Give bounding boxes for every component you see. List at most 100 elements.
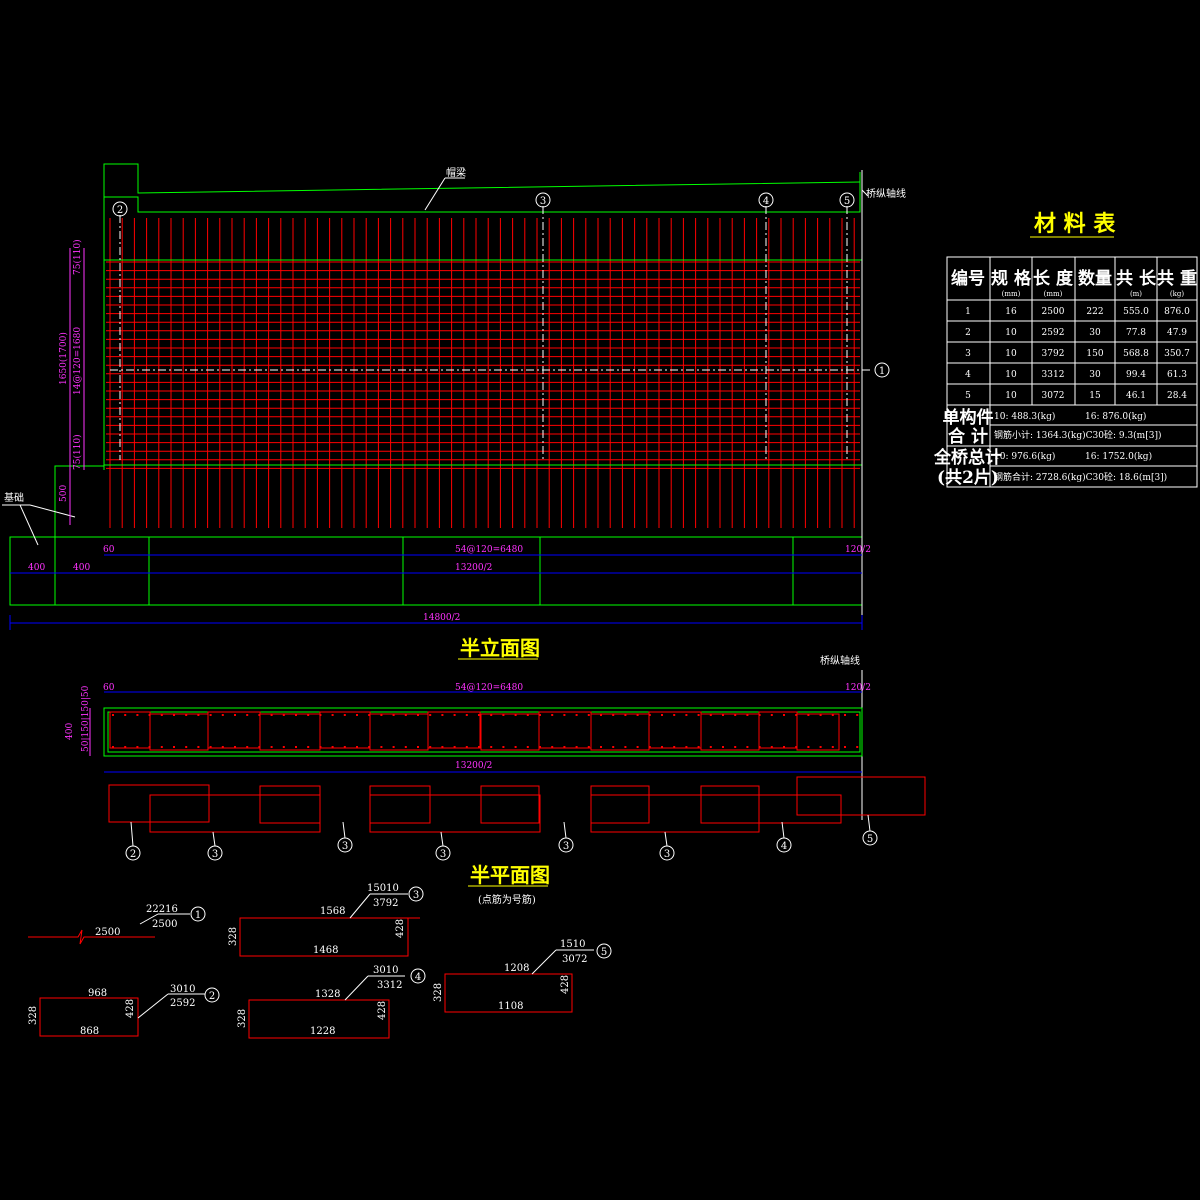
stirrup <box>109 711 151 749</box>
svg-text:1650(1700): 1650(1700) <box>58 332 69 385</box>
svg-text:328: 328 <box>433 983 444 1002</box>
rebar-dot <box>673 746 676 748</box>
rebar-dot <box>417 714 419 716</box>
svg-text:15010: 15010 <box>367 883 399 894</box>
svg-text:14@120=1680: 14@120=1680 <box>73 327 83 395</box>
rebar-dot <box>807 714 810 716</box>
table-header-unit: (m) <box>1130 290 1142 298</box>
rebar-dot <box>331 746 334 748</box>
table-cell: 2 <box>965 328 971 338</box>
plan-marker: 3 <box>435 831 451 861</box>
rebar-dot <box>587 746 590 748</box>
plan-bar-outline <box>259 785 321 824</box>
marker-3-elevation: 3 <box>535 192 551 208</box>
plan-title: 半平面图 <box>470 863 550 887</box>
rebar-dot <box>636 714 639 716</box>
rebar-dot <box>417 746 419 748</box>
rebar-dot <box>429 746 432 748</box>
table-header-unit: (kg) <box>1170 290 1184 298</box>
marker-5-elevation: 5 <box>839 192 855 208</box>
table-cell: 15 <box>1089 391 1101 401</box>
rebar-dot <box>258 714 261 716</box>
table-cell: 3072 <box>1042 391 1065 401</box>
table-header-cell: 数量 <box>1078 268 1112 289</box>
svg-text:1328: 1328 <box>315 989 340 1000</box>
rebar-dot <box>148 714 151 716</box>
rebar-dot <box>856 746 859 748</box>
rebar-dot <box>392 714 395 716</box>
svg-text:1568: 1568 <box>320 906 345 917</box>
table-cell: 30 <box>1089 328 1101 338</box>
rebar-dot <box>282 746 285 748</box>
table-cell: 150 <box>1086 349 1103 359</box>
rebar-dot <box>624 714 627 716</box>
table-cell: 16 <box>1005 307 1017 317</box>
rebar-dot <box>709 714 712 716</box>
rebar-dot <box>343 714 346 716</box>
svg-text:4: 4 <box>415 972 421 983</box>
svg-text:合 计: 合 计 <box>948 426 988 447</box>
rebar-dot <box>722 714 724 716</box>
plan-bar-outline <box>590 785 650 824</box>
svg-text:3: 3 <box>413 890 419 901</box>
table-cell: 555.0 <box>1123 307 1149 317</box>
svg-text:2: 2 <box>117 205 123 216</box>
rebar-dot <box>600 714 602 716</box>
rebar-dot <box>819 746 822 748</box>
bar-detail-3: 1568 1468 328 428 15010 3792 3 <box>228 883 424 957</box>
stirrup <box>427 711 481 749</box>
table-cell: 5 <box>965 391 971 401</box>
rebar-dot <box>343 746 346 748</box>
rebar-dot <box>307 714 310 716</box>
rebar-dot <box>124 714 127 716</box>
rebar-dot <box>844 746 846 748</box>
rebar-dot <box>709 746 712 748</box>
plan-bar-outline <box>700 785 760 824</box>
rebar-dot <box>502 746 505 748</box>
rebar-dot <box>795 746 798 748</box>
elevation-rebar-grid <box>106 218 860 528</box>
rebar-dot <box>514 714 517 716</box>
plan-bar-outline <box>369 785 431 824</box>
rebar-dot <box>661 746 663 748</box>
rebar-dot <box>587 714 590 716</box>
rebar-dot <box>514 746 517 748</box>
svg-text:50|150|150|50: 50|150|150|50 <box>81 685 91 752</box>
svg-text:2500: 2500 <box>152 919 177 930</box>
rebar-dot <box>197 746 200 748</box>
rebar-dot <box>661 714 663 716</box>
rebar-dot <box>490 714 493 716</box>
rebar-dot <box>746 714 749 716</box>
rebar-dot <box>648 746 651 748</box>
plan-bar-outline <box>700 794 842 824</box>
rebar-dot <box>612 714 615 716</box>
rebar-dot <box>173 714 175 716</box>
svg-text:500: 500 <box>59 485 69 502</box>
rebar-dot <box>185 714 188 716</box>
rebar-dot <box>465 746 468 748</box>
svg-text:2500: 2500 <box>95 927 120 938</box>
rebar-dot <box>722 746 724 748</box>
rebar-dot <box>380 714 383 716</box>
rebar-dot <box>404 714 407 716</box>
rebar-dot <box>636 746 639 748</box>
rebar-dot <box>526 746 529 748</box>
rebar-dot <box>734 746 737 748</box>
svg-text:428: 428 <box>125 999 136 1018</box>
rebar-dot <box>258 746 261 748</box>
svg-text:428: 428 <box>395 919 406 938</box>
plan-bar-outline <box>369 794 541 833</box>
rebar-dot <box>197 714 200 716</box>
svg-text:13200/2: 13200/2 <box>455 761 492 771</box>
stirrup <box>538 711 592 749</box>
stirrup <box>149 713 209 751</box>
table-cell: 568.8 <box>1123 349 1149 359</box>
rebar-dot <box>648 714 651 716</box>
rebar-dot <box>319 746 322 748</box>
rebar-dot <box>295 746 297 748</box>
svg-text:1: 1 <box>195 910 201 921</box>
svg-text:全桥总计: 全桥总计 <box>933 447 1002 468</box>
plan-marker-number: 5 <box>867 834 873 845</box>
rebar-dot <box>368 746 371 748</box>
svg-text:328: 328 <box>228 927 239 946</box>
